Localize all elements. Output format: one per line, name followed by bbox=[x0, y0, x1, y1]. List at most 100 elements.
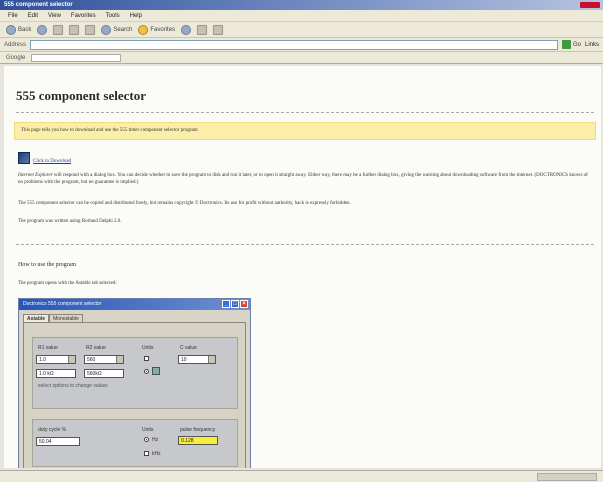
app-window: Doctronics 555 component selector _ □ × … bbox=[18, 298, 251, 468]
window-title: 555 component selector bbox=[4, 2, 73, 8]
search-icon bbox=[101, 24, 112, 35]
browser-logo-icon bbox=[580, 2, 600, 8]
history-button[interactable] bbox=[181, 24, 192, 35]
security-text: will respond with a dialog box. You can … bbox=[18, 173, 588, 185]
status-bar bbox=[0, 470, 603, 482]
menu-file[interactable]: File bbox=[8, 13, 18, 19]
search-button[interactable]: Search bbox=[101, 24, 133, 35]
intro-text: This page tells you how to download and … bbox=[21, 128, 198, 133]
duty-value: 50.04 bbox=[39, 439, 52, 445]
r1-value: 1.0 bbox=[39, 357, 46, 363]
forward-button[interactable] bbox=[37, 24, 48, 35]
close-icon[interactable]: × bbox=[240, 300, 248, 308]
refresh-icon bbox=[69, 24, 80, 35]
download-program-icon[interactable] bbox=[18, 152, 30, 164]
go-arrow-icon bbox=[561, 40, 571, 49]
window-buttons: _ □ × bbox=[222, 300, 248, 308]
back-label: Back bbox=[18, 26, 32, 33]
maximize-icon[interactable]: □ bbox=[231, 300, 239, 308]
print-icon bbox=[213, 24, 224, 35]
r2-value: 560 bbox=[87, 357, 96, 363]
go-button[interactable]: Go bbox=[561, 40, 581, 49]
freq-output: 0.128 bbox=[178, 436, 218, 445]
section-text: The program opens with the Astable tab s… bbox=[18, 281, 117, 286]
menu-bar: File Edit View Favorites Tools Help bbox=[0, 10, 603, 22]
r1-label: R1 value bbox=[38, 345, 58, 351]
duty-output: 50.04 bbox=[36, 437, 80, 446]
back-arrow-icon bbox=[6, 24, 16, 35]
download-link[interactable]: Click to Download bbox=[33, 159, 71, 164]
mail-button[interactable] bbox=[197, 24, 208, 35]
hint-text: select options to change values bbox=[38, 383, 108, 389]
chevron-down-icon[interactable] bbox=[208, 356, 215, 363]
download-row: Click to Download bbox=[18, 152, 71, 164]
divider bbox=[16, 244, 594, 245]
r1-readout-value: 1.0 kΩ bbox=[39, 371, 54, 377]
google-search-input[interactable] bbox=[31, 53, 122, 62]
c-label: C value bbox=[180, 345, 197, 351]
home-button[interactable] bbox=[85, 24, 96, 35]
forward-arrow-icon bbox=[37, 24, 48, 35]
r2-select[interactable]: 560 bbox=[84, 355, 124, 364]
freq-units-label: Units bbox=[142, 427, 154, 433]
r2-label: R2 value bbox=[86, 345, 106, 351]
mail-icon bbox=[197, 24, 208, 35]
units-label: Units bbox=[142, 345, 154, 351]
favorites-button[interactable]: Favorites bbox=[138, 24, 176, 35]
address-bar: Address Go Links bbox=[0, 38, 603, 52]
google-label: Google bbox=[6, 54, 26, 61]
khz-label: kHz bbox=[152, 451, 161, 457]
security-paragraph: Internet Explorer will respond with a di… bbox=[18, 172, 594, 186]
astable-panel: R1 value R2 value Units C value 1.0 560 … bbox=[23, 322, 246, 468]
copyright-paragraph: The 555 component selector can be copied… bbox=[18, 201, 351, 206]
menu-tools[interactable]: Tools bbox=[106, 13, 120, 19]
google-toolbar: Google bbox=[0, 52, 603, 64]
links-label[interactable]: Links bbox=[585, 42, 599, 48]
favorites-label: Favorites bbox=[150, 26, 176, 33]
chevron-down-icon[interactable] bbox=[68, 356, 75, 363]
section-heading: How to use the program bbox=[18, 262, 76, 268]
r2-readout-value: 560kΩ bbox=[87, 371, 102, 377]
menu-edit[interactable]: Edit bbox=[28, 13, 38, 19]
chevron-down-icon[interactable] bbox=[116, 356, 123, 363]
r2-readout: 560kΩ bbox=[84, 369, 124, 378]
hz-radio[interactable] bbox=[144, 437, 149, 442]
app-title-bar: Doctronics 555 component selector _ □ × bbox=[19, 299, 250, 310]
units-icon bbox=[152, 367, 160, 375]
address-label: Address bbox=[4, 41, 27, 48]
page-title: 555 component selector bbox=[16, 88, 146, 103]
search-label: Search bbox=[113, 26, 133, 33]
app-title: Doctronics 555 component selector bbox=[23, 301, 102, 307]
units-checkbox[interactable] bbox=[144, 356, 149, 361]
page-content: 555 component selector This page tells y… bbox=[4, 66, 601, 468]
r1-select[interactable]: 1.0 bbox=[36, 355, 76, 364]
stop-button[interactable] bbox=[53, 24, 64, 35]
hz-label: Hz bbox=[152, 437, 159, 443]
c-value: 10 bbox=[181, 357, 187, 363]
window-title-bar: 555 component selector bbox=[0, 0, 603, 10]
intro-banner: This page tells you how to download and … bbox=[14, 122, 596, 140]
menu-favorites[interactable]: Favorites bbox=[71, 13, 96, 19]
go-label: Go bbox=[572, 41, 581, 48]
minimize-icon[interactable]: _ bbox=[222, 300, 230, 308]
menu-help[interactable]: Help bbox=[130, 13, 142, 19]
print-button[interactable] bbox=[213, 24, 224, 35]
divider bbox=[16, 112, 594, 113]
khz-checkbox[interactable] bbox=[144, 451, 149, 456]
freq-value: 0.128 bbox=[181, 438, 194, 444]
freq-label: pulse frequency bbox=[180, 427, 216, 433]
favorites-star-icon bbox=[138, 24, 149, 35]
back-button[interactable]: Back bbox=[6, 24, 32, 35]
units-radio[interactable] bbox=[144, 369, 149, 374]
home-icon bbox=[85, 24, 96, 35]
menu-view[interactable]: View bbox=[48, 13, 61, 19]
ie-name: Internet Explorer bbox=[18, 173, 53, 178]
address-input[interactable] bbox=[30, 39, 558, 50]
written-paragraph: The program was written using Borland De… bbox=[18, 219, 122, 224]
duty-label: duty cycle % bbox=[38, 427, 67, 433]
refresh-button[interactable] bbox=[69, 24, 80, 35]
status-zone bbox=[537, 472, 597, 481]
c-select[interactable]: 10 bbox=[178, 355, 216, 364]
stop-icon bbox=[53, 24, 64, 35]
history-icon bbox=[181, 24, 192, 35]
